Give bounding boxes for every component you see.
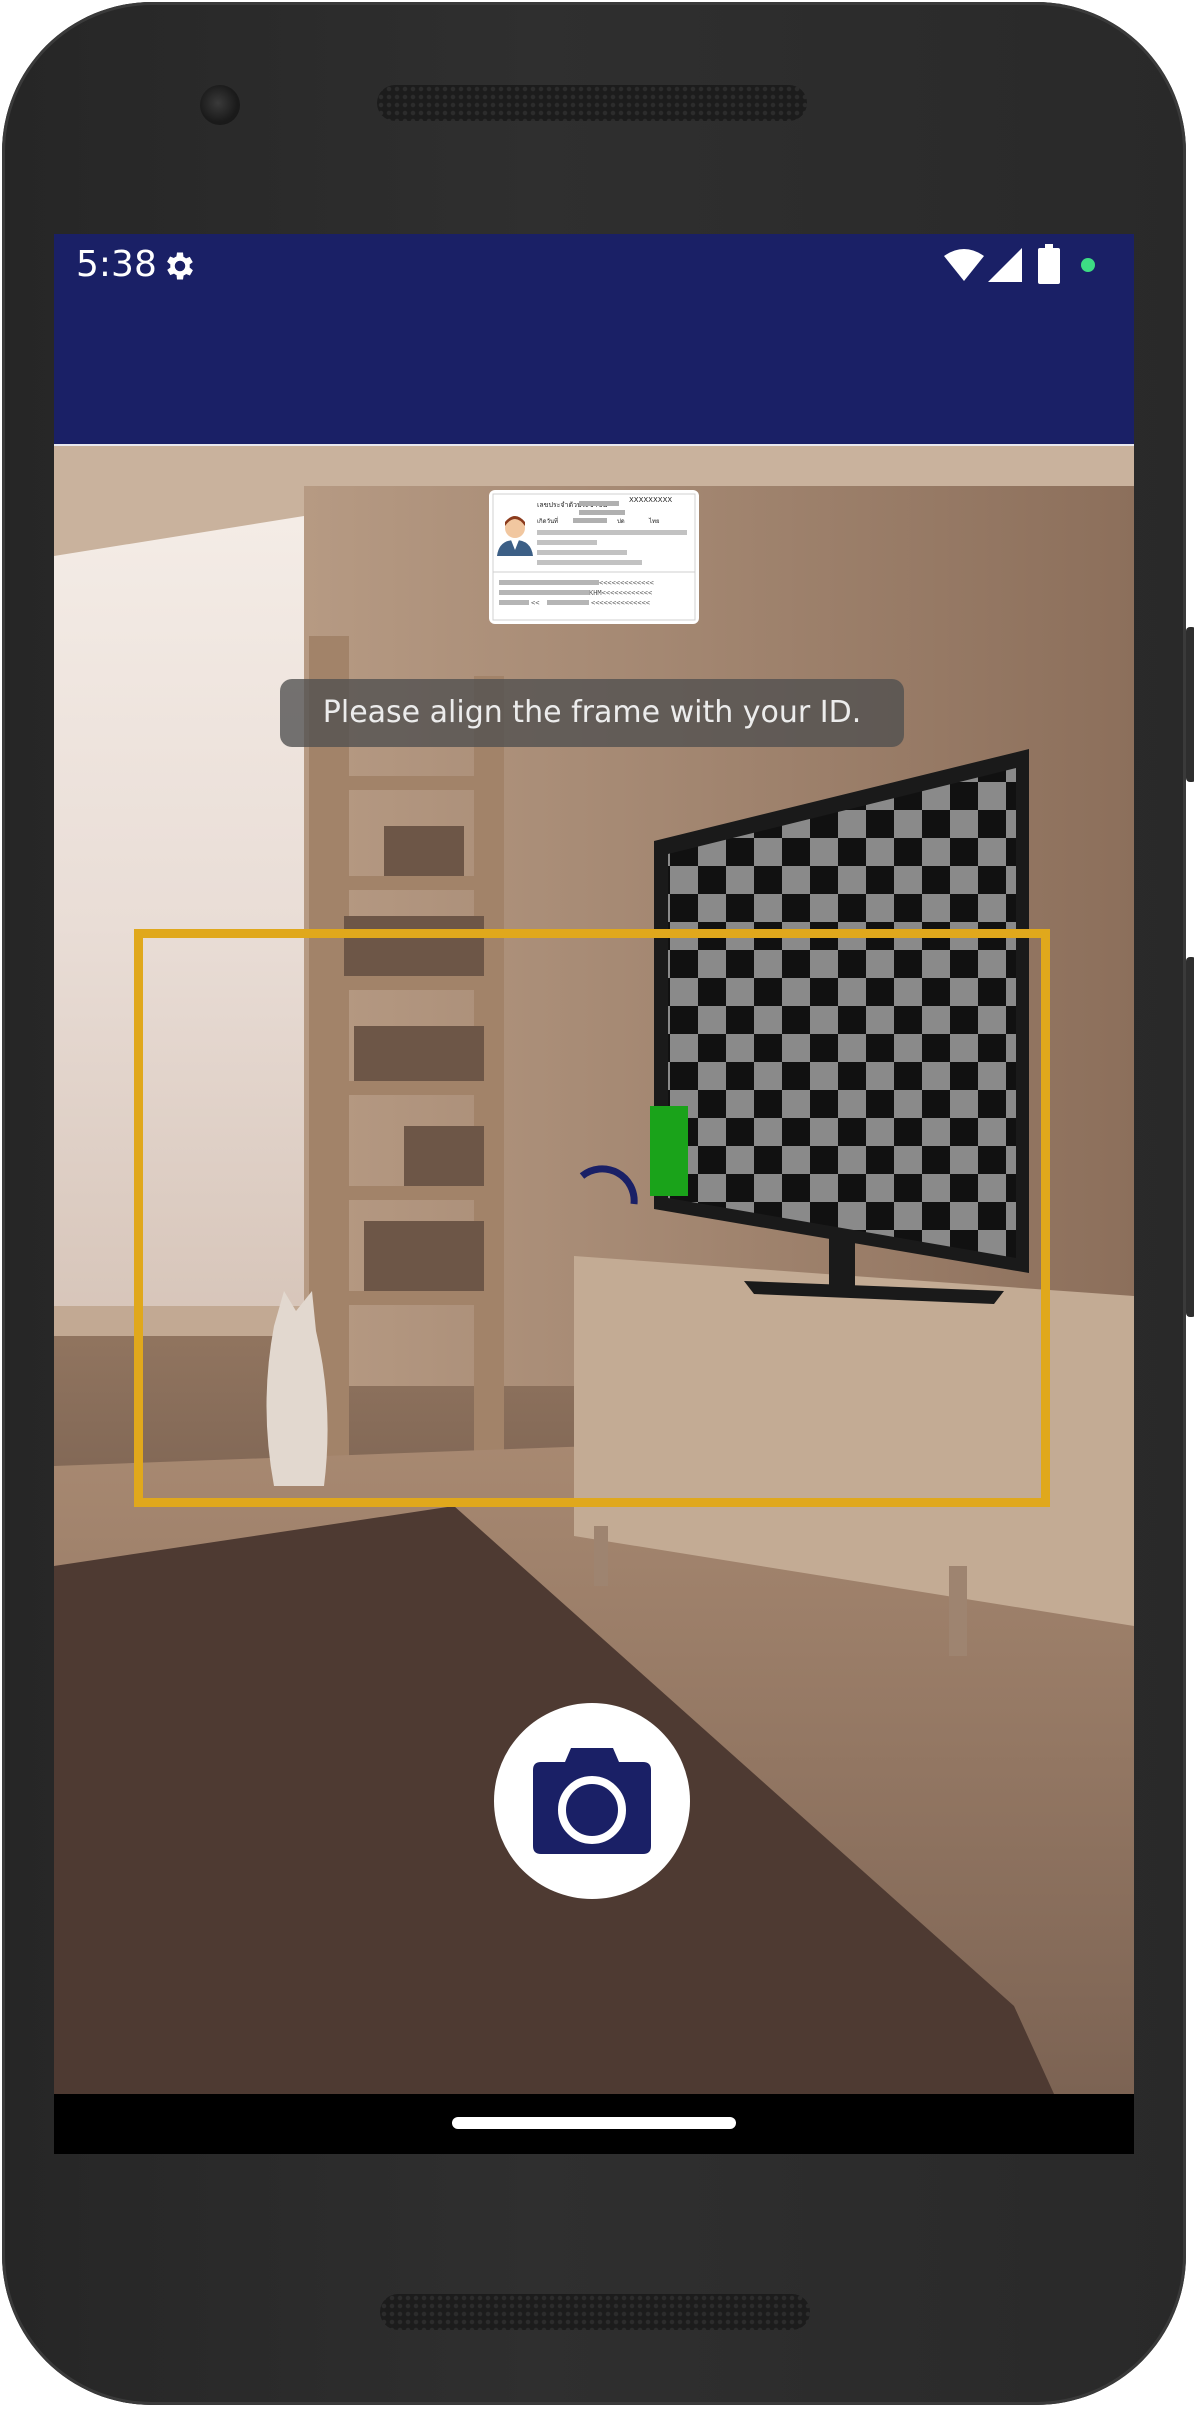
id-mrz-line-4: <<<<<<<<<<<<<< [591,599,650,607]
id-label-1: ปด [617,518,625,525]
wifi-icon [944,249,984,281]
power-button [1186,627,1194,782]
align-hint-toast: Please align the frame with your ID. [280,679,904,747]
status-bar: 5:38 [54,234,1134,296]
bottom-speaker [380,2294,810,2330]
volume-button [1186,957,1194,1317]
gesture-nav-bar [54,2094,1134,2154]
id-card-illustration: เลขประจำตัวประชาชน XXXXXXXXX เกิดวันที่ … [489,490,699,624]
id-birth-label: เกิดวันที่ [537,517,558,525]
id-label-2: ไทย [648,517,660,525]
home-gesture-handle[interactable] [452,2117,736,2129]
gear-icon [167,252,193,280]
id-card-graphic: เลขประจำตัวประชาชน XXXXXXXXX เกิดวันที่ … [492,493,696,621]
id-mrz-line-3: << [531,599,539,607]
phone-frame: 5:38 เลขประจำตัวประชาชน XXXXXXXXX เกิดวั… [2,2,1194,2405]
id-mrz-line-2: KHM<<<<<<<<<<<< [589,589,652,597]
camera-preview: เลขประจำตัวประชาชน XXXXXXXXX เกิดวันที่ … [54,446,1134,2094]
id-number: XXXXXXXXX [629,496,672,504]
capture-button[interactable] [494,1703,690,1899]
camera-icon [533,1748,651,1854]
id-alignment-frame [134,929,1050,1507]
id-mrz-line-1: <<<<<<<<<<<<< [599,579,654,587]
battery-icon [1038,244,1060,284]
status-time: 5:38 [76,244,157,285]
notification-dot-icon [1081,258,1095,272]
app-bar [54,296,1134,447]
loading-spinner-icon [579,1165,638,1205]
signal-icon [988,248,1022,282]
front-camera [200,85,240,125]
top-speaker [377,85,807,121]
screen: 5:38 เลขประจำตัวประชาชน XXXXXXXXX เกิดวั… [54,234,1134,2154]
